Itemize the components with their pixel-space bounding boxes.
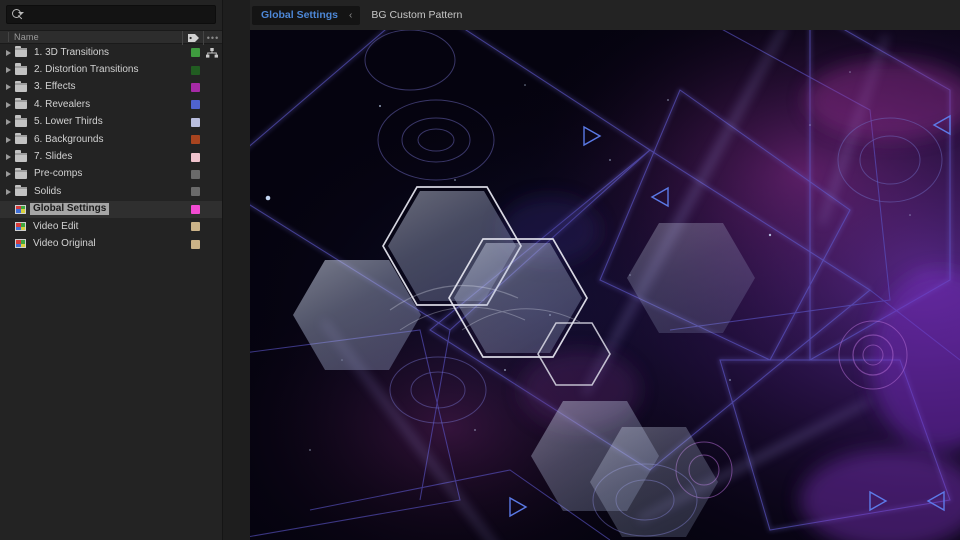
twirl-arrow-icon[interactable] <box>4 169 13 179</box>
folder-icon <box>15 80 27 92</box>
tab-global-settings[interactable]: Global Settings ‹ <box>252 5 361 25</box>
hierarchy-icon[interactable] <box>206 48 218 58</box>
project-item-label: Solids <box>34 185 62 197</box>
label-color-swatch[interactable] <box>191 152 200 162</box>
folder-icon <box>15 63 27 75</box>
panel-divider[interactable] <box>222 0 250 540</box>
tab-label: Global Settings <box>261 9 339 21</box>
project-item-label: Video Edit <box>33 220 79 232</box>
project-item-label: 1. 3D Transitions <box>34 46 110 58</box>
twirl-arrow-icon[interactable] <box>4 135 13 145</box>
project-item-row[interactable]: Solids <box>0 183 222 200</box>
project-item-label: 2. Distortion Transitions <box>34 64 139 76</box>
project-item-row[interactable]: 6. Backgrounds <box>0 131 222 148</box>
folder-icon <box>15 184 27 197</box>
twirl-arrow-icon[interactable] <box>4 187 13 197</box>
project-item-label: 4. Revealers <box>34 98 91 110</box>
folder-icon <box>15 97 27 110</box>
composition-viewer-panel: Global Settings ‹ BG Custom Pattern <box>250 0 960 540</box>
chevron-left-icon[interactable]: ‹ <box>349 10 352 21</box>
label-color-swatch[interactable] <box>191 65 200 75</box>
after-effects-window: Name ••• 1. 3D Transitions 2. Distortion … <box>0 0 960 540</box>
twirl-arrow-icon[interactable] <box>4 117 13 127</box>
folder-icon <box>15 150 27 162</box>
search-input[interactable] <box>32 9 210 20</box>
twirl-spacer <box>4 204 13 214</box>
composition-canvas[interactable] <box>250 30 960 540</box>
column-header-name: Name <box>14 32 39 42</box>
project-item-label: Video Original <box>33 237 96 249</box>
label-color-swatch[interactable] <box>191 187 200 197</box>
project-item-label: 7. Slides <box>34 151 73 163</box>
search-dropdown-caret-icon[interactable] <box>18 12 24 15</box>
column-divider <box>8 32 9 42</box>
more-options-icon[interactable]: ••• <box>203 31 222 45</box>
composition-icon <box>15 204 26 214</box>
composition-icon <box>15 239 26 249</box>
project-item-row[interactable]: 4. Revealers <box>0 96 222 113</box>
project-item-row[interactable]: Global Settings <box>0 200 222 218</box>
project-item-list: 1. 3D Transitions 2. Distortion Transitio… <box>0 44 222 253</box>
label-color-swatch[interactable] <box>191 117 200 127</box>
project-item-row[interactable]: Pre-comps <box>0 166 222 183</box>
composition-icon <box>15 222 26 232</box>
project-item-row[interactable]: Video Original <box>0 235 222 252</box>
folder-icon <box>15 132 27 145</box>
search-row <box>0 0 222 30</box>
twirl-arrow-icon[interactable] <box>4 152 13 162</box>
project-item-label: 5. Lower Thirds <box>34 116 103 128</box>
twirl-arrow-icon[interactable] <box>4 100 13 110</box>
twirl-spacer <box>4 222 13 232</box>
project-item-row[interactable]: 3. Effects <box>0 79 222 96</box>
tag-icon[interactable] <box>182 31 203 45</box>
project-item-label: 6. Backgrounds <box>34 133 104 145</box>
folder-icon <box>15 167 27 179</box>
label-color-swatch[interactable] <box>191 83 200 93</box>
label-color-swatch[interactable] <box>191 170 200 180</box>
project-item-row[interactable]: 1. 3D Transitions <box>0 44 222 61</box>
folder-icon <box>15 45 27 58</box>
project-item-label: 3. Effects <box>34 81 76 93</box>
breadcrumb-bg-custom-pattern[interactable]: BG Custom Pattern <box>371 9 462 21</box>
project-item-row[interactable]: 2. Distortion Transitions <box>0 61 222 78</box>
label-color-swatch[interactable] <box>191 135 200 145</box>
label-color-swatch[interactable] <box>191 204 200 214</box>
composition-artwork <box>250 30 960 540</box>
project-item-row[interactable]: Video Edit <box>0 218 222 235</box>
label-color-swatch[interactable] <box>191 48 200 58</box>
project-panel: Name ••• 1. 3D Transitions 2. Distortion … <box>0 0 222 540</box>
project-item-row[interactable]: 7. Slides <box>0 148 222 165</box>
folder-icon <box>15 115 27 127</box>
viewer-tab-bar: Global Settings ‹ BG Custom Pattern <box>250 0 960 30</box>
project-search-field[interactable] <box>6 5 216 24</box>
twirl-spacer <box>4 239 13 249</box>
label-color-swatch[interactable] <box>191 239 200 249</box>
twirl-arrow-icon[interactable] <box>4 48 13 58</box>
twirl-arrow-icon[interactable] <box>4 82 13 92</box>
label-color-swatch[interactable] <box>191 222 200 232</box>
project-item-label: Global Settings <box>30 203 110 216</box>
column-header: Name ••• <box>0 30 222 45</box>
project-item-row[interactable]: 5. Lower Thirds <box>0 114 222 131</box>
twirl-arrow-icon[interactable] <box>4 65 13 75</box>
label-color-swatch[interactable] <box>191 100 200 110</box>
project-item-label: Pre-comps <box>34 168 83 180</box>
